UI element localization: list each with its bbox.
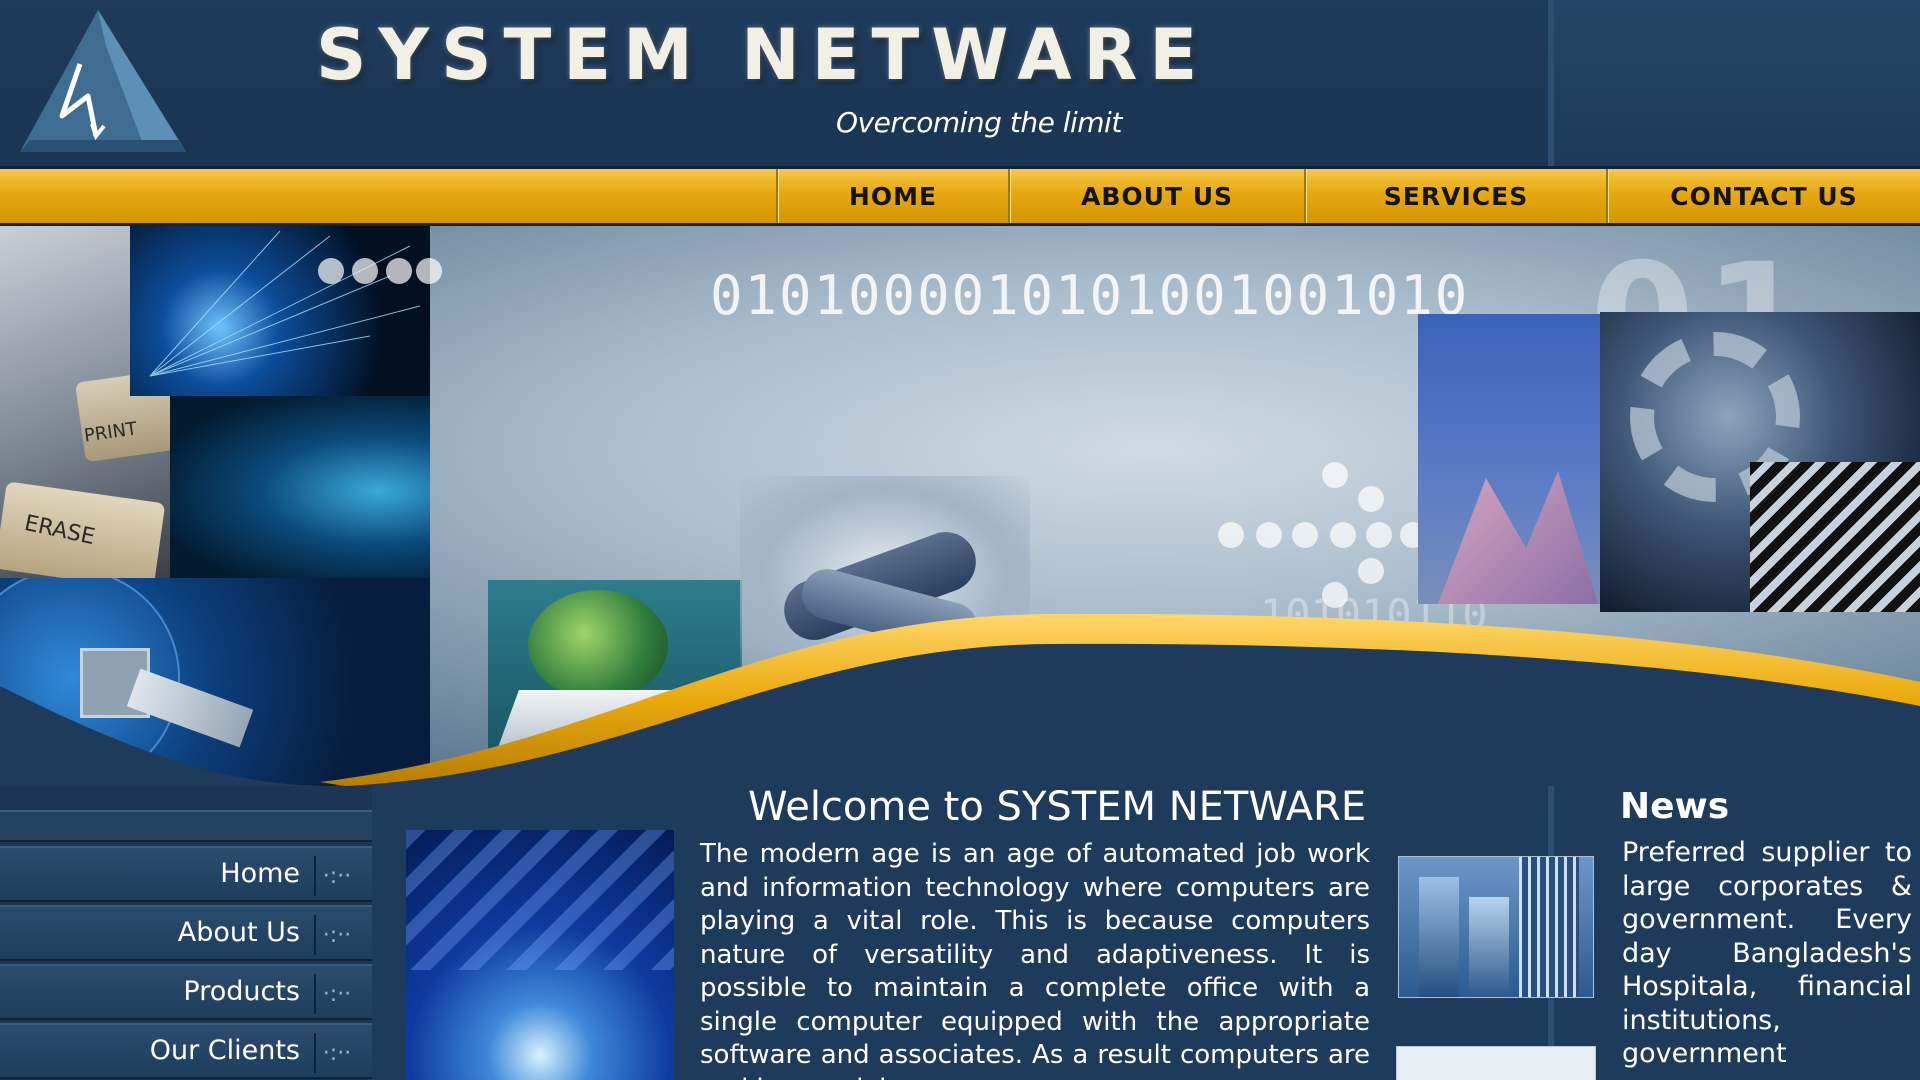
brand-slogan: Overcoming the limit <box>836 106 1122 139</box>
fiber-binary-image <box>406 830 674 1080</box>
news-text: Preferred supplier to large corporates &… <box>1622 837 1912 1069</box>
welcome-text: The modern age is an age of automated jo… <box>700 839 1370 1080</box>
nav-home[interactable]: HOME <box>776 169 1008 223</box>
header-right-panel <box>1548 0 1920 166</box>
sidebar-item-label: Our Clients <box>149 1035 300 1066</box>
arrow-dots-icon: ·:·· <box>314 1033 358 1073</box>
arrow-dots-icon: ·:·· <box>314 915 358 955</box>
sidebar-item-label: Products <box>183 976 300 1007</box>
nav-about-us[interactable]: ABOUT US <box>1008 169 1304 223</box>
nav-services[interactable]: SERVICES <box>1304 169 1606 223</box>
hero-banner: 0101000010101001001010 01 101010110 PRIN… <box>0 226 1920 786</box>
news-thumbnail-image <box>1396 1046 1596 1080</box>
sidebar-item-home[interactable]: Home ·:·· <box>0 846 372 902</box>
sidebar-item-products[interactable]: Products ·:·· <box>0 964 372 1020</box>
sidebar-top-strip <box>0 810 372 842</box>
top-navigation-bar: HOME ABOUT US SERVICES CONTACT US <box>0 166 1920 226</box>
sidebar-item-about-us[interactable]: About Us ·:·· <box>0 905 372 961</box>
sidebar-item-our-clients[interactable]: Our Clients ·:·· <box>0 1023 372 1079</box>
brand-name: SYSTEM NETWARE <box>316 14 1210 96</box>
welcome-title: Welcome to SYSTEM NETWARE <box>748 784 1367 830</box>
sidebar: Home ·:·· About Us ·:·· Products ·:·· Ou… <box>0 786 372 1080</box>
city-buildings-image <box>1398 856 1594 998</box>
arrow-dots-icon: ·:·· <box>314 974 358 1014</box>
arrow-dots-icon: ·:·· <box>314 856 358 896</box>
sidebar-item-label: Home <box>220 858 300 889</box>
site-header: SYSTEM NETWARE Overcoming the limit <box>0 0 1920 166</box>
nav-contact-us[interactable]: CONTACT US <box>1606 169 1920 223</box>
gold-swoosh-divider <box>0 613 1920 786</box>
sidebar-item-label: About Us <box>177 917 300 948</box>
logo-icon[interactable] <box>10 4 190 154</box>
news-title: News <box>1620 786 1730 827</box>
